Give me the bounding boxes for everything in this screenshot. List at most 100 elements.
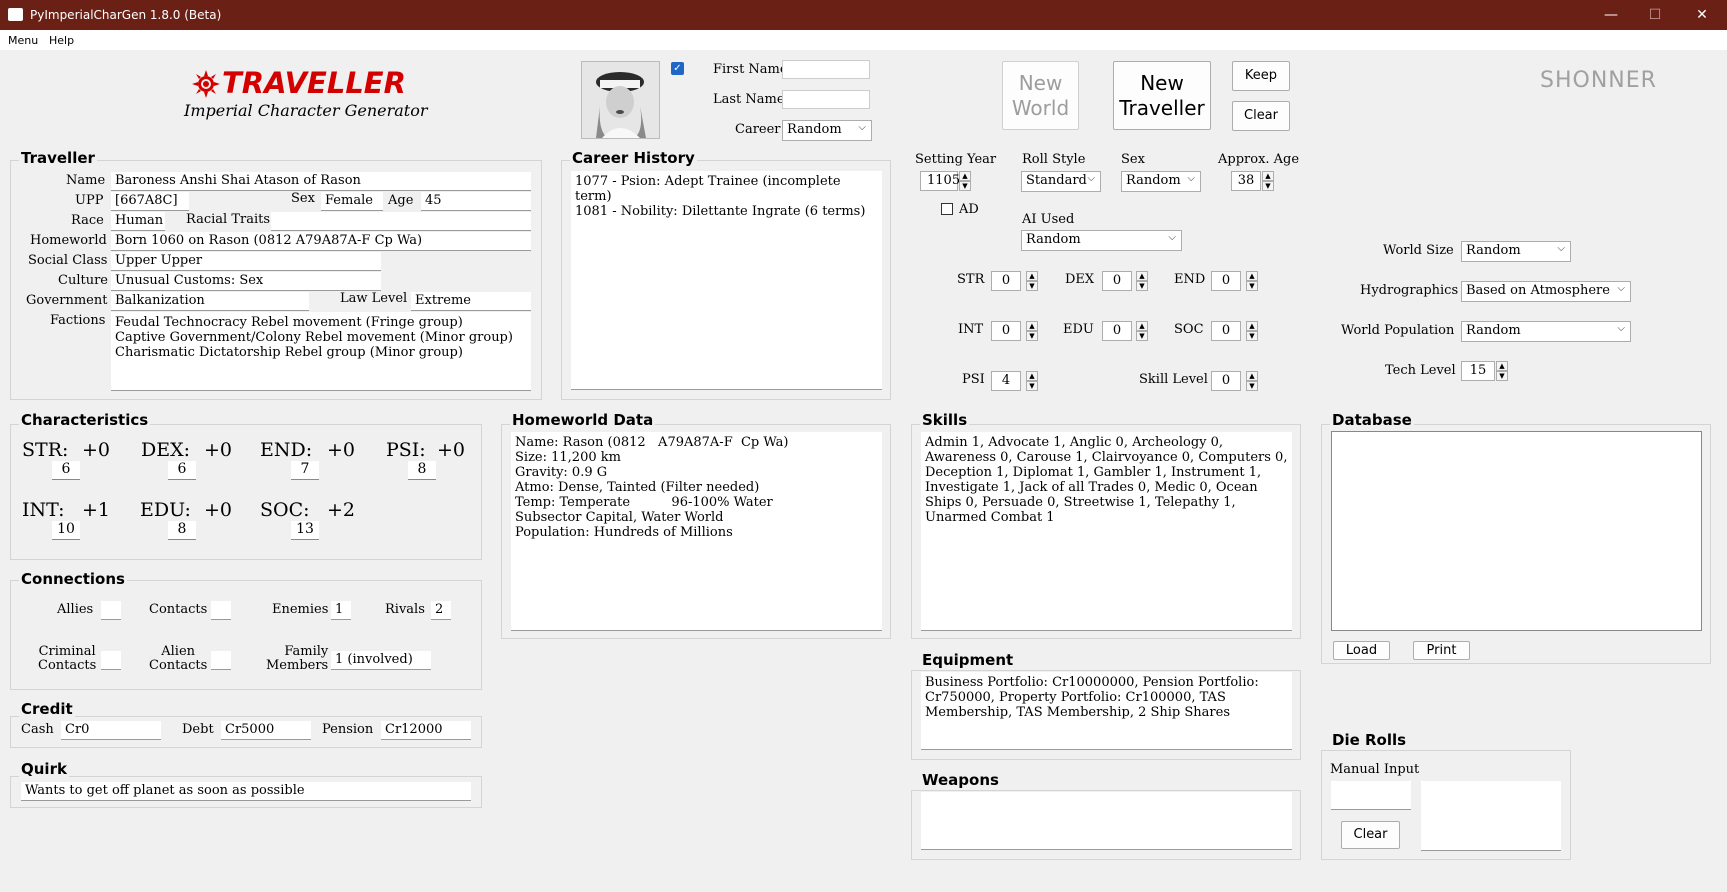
psi-spinbox[interactable]: 4 bbox=[991, 371, 1021, 391]
name-field[interactable]: Baroness Anshi Shai Atason of Rason bbox=[111, 172, 531, 191]
str-up-icon[interactable]: ▲ bbox=[1026, 271, 1038, 281]
brand-logo: SHONNER bbox=[1540, 68, 1657, 93]
ad-checkbox[interactable] bbox=[941, 203, 953, 215]
equipment-text[interactable]: Business Portfolio: Cr10000000, Pension … bbox=[921, 672, 1292, 750]
sex-field[interactable]: Female bbox=[321, 192, 383, 211]
year-up-icon[interactable]: ▲ bbox=[959, 171, 971, 181]
skill-down-icon[interactable]: ▼ bbox=[1246, 381, 1258, 391]
dex-spinbox[interactable]: 0 bbox=[1102, 271, 1132, 291]
edu-value[interactable]: 8 bbox=[168, 521, 196, 540]
age-field[interactable]: 45 bbox=[421, 192, 531, 211]
str-value[interactable]: 6 bbox=[52, 461, 80, 480]
int-value[interactable]: 10 bbox=[52, 521, 80, 540]
edu-spinbox[interactable]: 0 bbox=[1102, 321, 1132, 341]
end-up-icon[interactable]: ▲ bbox=[1246, 271, 1258, 281]
portrait-checkbox[interactable]: ✓ bbox=[671, 62, 684, 75]
clear-button[interactable]: Clear bbox=[1232, 101, 1290, 131]
career-history-text[interactable]: 1077 - Psion: Adept Trainee (incomplete … bbox=[571, 171, 882, 390]
racial-traits-field[interactable] bbox=[271, 212, 531, 231]
debt-field[interactable]: Cr5000 bbox=[221, 721, 311, 740]
allies-field[interactable] bbox=[101, 601, 121, 620]
approx-age-spinbox[interactable]: 38 bbox=[1231, 171, 1261, 191]
quirk-field[interactable]: Wants to get off planet as soon as possi… bbox=[21, 782, 471, 801]
contacts-field[interactable] bbox=[211, 601, 231, 620]
weapons-text[interactable] bbox=[921, 792, 1292, 850]
skill-level-spinbox[interactable]: 0 bbox=[1211, 371, 1241, 391]
culture-field[interactable]: Unusual Customs: Sex bbox=[111, 272, 381, 291]
menu-item-help[interactable]: Help bbox=[49, 34, 74, 47]
career-select[interactable]: Random ⌵ bbox=[782, 120, 872, 141]
roll-style-select[interactable]: Standard ⌵ bbox=[1021, 171, 1101, 192]
str-down-icon[interactable]: ▼ bbox=[1026, 281, 1038, 291]
end-value[interactable]: 7 bbox=[291, 461, 319, 480]
factions-text[interactable]: Feudal Technocracy Rebel movement (Fring… bbox=[111, 312, 531, 391]
title-bar[interactable]: PyImperialCharGen 1.8.0 (Beta) — ☐ ✕ bbox=[0, 0, 1727, 30]
age-down-icon[interactable]: ▼ bbox=[1262, 181, 1274, 191]
database-list[interactable] bbox=[1331, 431, 1702, 631]
maximize-button[interactable]: ☐ bbox=[1635, 4, 1675, 26]
enemies-field[interactable]: 1 bbox=[331, 601, 351, 620]
ai-used-select[interactable]: Random ⌵ bbox=[1021, 230, 1182, 251]
dex-up-icon[interactable]: ▲ bbox=[1136, 271, 1148, 281]
soc-down-icon[interactable]: ▼ bbox=[1246, 331, 1258, 341]
homeworld-field[interactable]: Born 1060 on Rason (0812 A79A87A-F Cp Wa… bbox=[111, 232, 531, 251]
skills-text[interactable]: Admin 1, Advocate 1, Anglic 0, Archeolog… bbox=[921, 432, 1292, 631]
minimize-button[interactable]: — bbox=[1591, 4, 1631, 26]
first-name-input[interactable] bbox=[782, 60, 870, 79]
edu-down-icon[interactable]: ▼ bbox=[1136, 331, 1148, 341]
world-size-select[interactable]: Random ⌵ bbox=[1461, 241, 1571, 262]
government-field[interactable]: Balkanization bbox=[111, 292, 309, 311]
race-field[interactable]: Human bbox=[111, 212, 165, 231]
soc-up-icon[interactable]: ▲ bbox=[1246, 321, 1258, 331]
alien-contacts-field[interactable] bbox=[211, 651, 231, 670]
criminal-contacts-field[interactable] bbox=[101, 651, 121, 670]
psi-mod: +0 bbox=[437, 439, 466, 461]
dex-down-icon[interactable]: ▼ bbox=[1136, 281, 1148, 291]
keep-button[interactable]: Keep bbox=[1232, 61, 1290, 91]
social-class-field[interactable]: Upper Upper bbox=[111, 252, 381, 271]
psi-down-icon[interactable]: ▼ bbox=[1026, 381, 1038, 391]
age-up-icon[interactable]: ▲ bbox=[1262, 171, 1274, 181]
close-button[interactable]: ✕ bbox=[1682, 4, 1722, 26]
world-population-select[interactable]: Random ⌵ bbox=[1461, 321, 1631, 342]
tech-up-icon[interactable]: ▲ bbox=[1496, 361, 1508, 371]
year-down-icon[interactable]: ▼ bbox=[959, 181, 971, 191]
soc-spinbox[interactable]: 0 bbox=[1211, 321, 1241, 341]
skill-up-icon[interactable]: ▲ bbox=[1246, 371, 1258, 381]
cash-field[interactable]: Cr0 bbox=[61, 721, 161, 740]
pension-field[interactable]: Cr12000 bbox=[381, 721, 471, 740]
law-level-field[interactable]: Extreme bbox=[411, 292, 531, 311]
new-world-button[interactable]: New World bbox=[1002, 61, 1079, 130]
quirk-heading: Quirk bbox=[19, 760, 69, 778]
upp-field[interactable]: [667A8C] bbox=[111, 192, 189, 211]
die-clear-button[interactable]: Clear bbox=[1341, 821, 1400, 849]
sex-select[interactable]: Random ⌵ bbox=[1121, 171, 1201, 192]
tech-down-icon[interactable]: ▼ bbox=[1496, 371, 1508, 381]
psi-value[interactable]: 8 bbox=[408, 461, 436, 480]
last-name-input[interactable] bbox=[782, 90, 870, 109]
psi-up-icon[interactable]: ▲ bbox=[1026, 371, 1038, 381]
sun-logo-icon bbox=[192, 70, 220, 98]
dex-value[interactable]: 6 bbox=[168, 461, 196, 480]
load-button[interactable]: Load bbox=[1333, 641, 1390, 660]
str-spinbox[interactable]: 0 bbox=[991, 271, 1021, 291]
tech-level-spinbox[interactable]: 15 bbox=[1461, 361, 1495, 381]
die-rolls-output[interactable] bbox=[1421, 781, 1561, 851]
soc-value[interactable]: 13 bbox=[291, 521, 319, 540]
new-traveller-button[interactable]: New Traveller bbox=[1113, 61, 1211, 130]
int-down-icon[interactable]: ▼ bbox=[1026, 331, 1038, 341]
portrait-image[interactable] bbox=[581, 61, 660, 139]
family-members-field[interactable]: 1 (involved) bbox=[331, 651, 431, 670]
end-spinbox[interactable]: 0 bbox=[1211, 271, 1241, 291]
int-up-icon[interactable]: ▲ bbox=[1026, 321, 1038, 331]
setting-year-spinbox[interactable]: 1105 bbox=[920, 171, 960, 191]
homeworld-data-text[interactable]: Name: Rason (0812 A79A87A-F Cp Wa) Size:… bbox=[511, 432, 882, 631]
rivals-field[interactable]: 2 bbox=[431, 601, 451, 620]
edu-up-icon[interactable]: ▲ bbox=[1136, 321, 1148, 331]
end-down-icon[interactable]: ▼ bbox=[1246, 281, 1258, 291]
int-spinbox[interactable]: 0 bbox=[991, 321, 1021, 341]
print-button[interactable]: Print bbox=[1413, 641, 1470, 660]
hydrographics-select[interactable]: Based on Atmosphere ⌵ bbox=[1461, 281, 1631, 302]
manual-input-field[interactable] bbox=[1331, 781, 1411, 810]
menu-item-menu[interactable]: Menu bbox=[8, 34, 38, 47]
